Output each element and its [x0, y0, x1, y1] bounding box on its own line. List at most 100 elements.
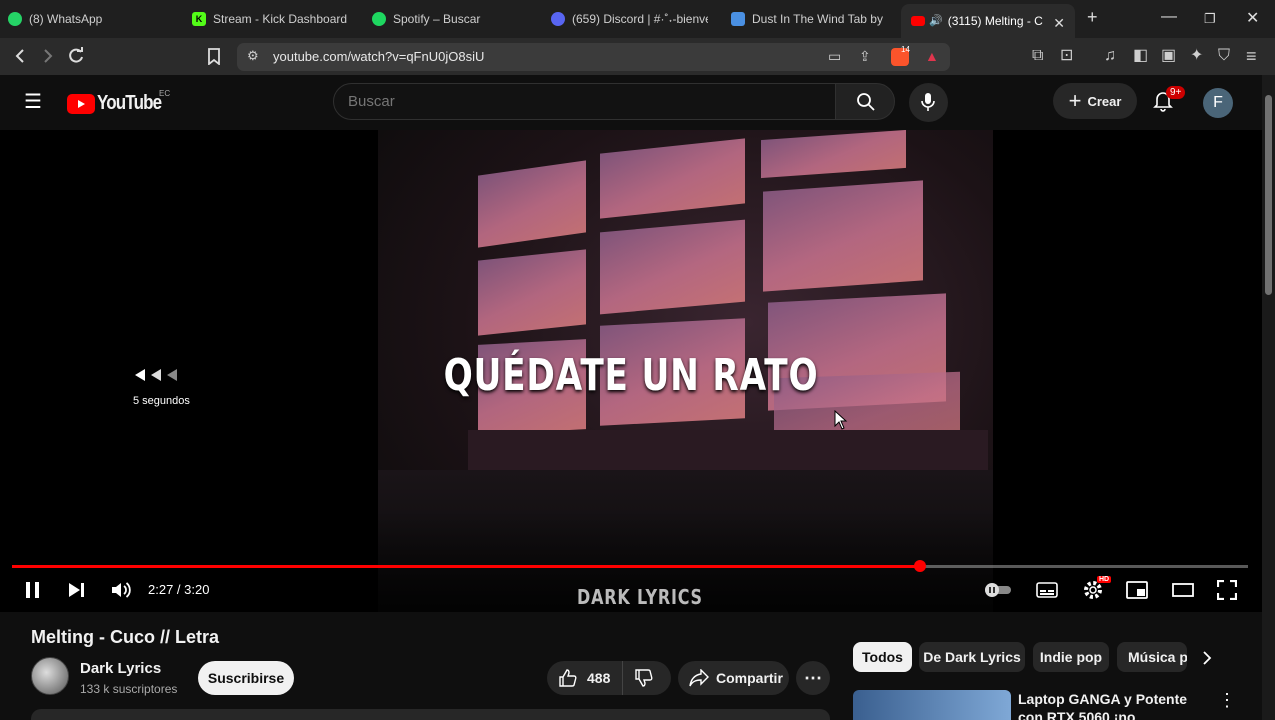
minimize-button[interactable]: — [1161, 8, 1177, 26]
window-pane [763, 180, 923, 292]
autoplay-toggle-icon [985, 583, 1011, 597]
pause-button[interactable] [24, 580, 42, 600]
vpn-icon[interactable]: ⛉ [1218, 48, 1230, 64]
chip-from-channel[interactable]: De Dark Lyrics [919, 642, 1025, 672]
youtube-logo[interactable]: YouTube EC [67, 89, 173, 115]
window-pane [600, 219, 745, 315]
close-window-button[interactable]: ✕ [1246, 8, 1259, 28]
account-avatar[interactable]: F [1203, 88, 1233, 118]
tab-label: Spotify – Buscar [393, 12, 481, 26]
screenshot-icon[interactable]: ⊡ [1060, 48, 1073, 64]
channel-avatar[interactable] [31, 657, 69, 695]
close-tab-icon[interactable]: ✕ [1053, 15, 1065, 32]
youtube-tab-icon [911, 16, 925, 26]
video-player[interactable]: QUÉDATE UN RATO 5 segundos 2:27 / 3:20 D… [0, 130, 1262, 612]
skip-next-icon [69, 583, 84, 597]
seek-hint-text: 5 segundos [133, 395, 190, 407]
discord-icon [551, 12, 565, 26]
sidebar-icon[interactable]: ◧ [1133, 48, 1148, 64]
lyric-caption: QUÉDATE UN RATO [443, 350, 819, 401]
notifications-button[interactable]: 9+ [1153, 86, 1186, 112]
tab-discord[interactable]: (659) Discord | #·˚˖-bienve [551, 0, 708, 38]
subtitles-button[interactable] [1036, 581, 1058, 599]
fullscreen-icon [1217, 580, 1237, 600]
recommendation-title[interactable]: Laptop GANGA y Potente con RTX 5060 ¡no … [1018, 690, 1198, 720]
site-settings-icon[interactable]: ⚙ [247, 49, 259, 62]
create-label: Crear [1087, 93, 1122, 109]
chip-indie-pop[interactable]: Indie pop [1033, 642, 1109, 672]
hamburger-menu-icon[interactable]: ☰ [24, 92, 42, 112]
time-display: 2:27 / 3:20 [148, 582, 210, 597]
tab-label: (3115) Melting - Cu [947, 14, 1043, 28]
forward-icon[interactable] [42, 48, 54, 64]
volume-button[interactable] [110, 580, 132, 600]
settings-button[interactable]: HD [1082, 576, 1112, 601]
channel-watermark: DARK LYRICS [577, 585, 703, 609]
window-pane [478, 249, 586, 336]
more-horizontal-icon: ⋯ [804, 667, 822, 688]
share-icon[interactable]: ⇪ [859, 49, 871, 63]
fullscreen-button[interactable] [1217, 580, 1237, 600]
next-button[interactable] [67, 580, 87, 600]
media-icon[interactable]: ♫ [1104, 48, 1116, 64]
extensions-icon[interactable]: ⧉ [1032, 48, 1043, 64]
tab-spotify[interactable]: Spotify – Buscar [372, 0, 532, 38]
bookmark-icon[interactable] [207, 48, 221, 65]
tab-label: (659) Discord | #·˚˖-bienve [572, 12, 708, 26]
document-icon [731, 12, 745, 26]
shields-count: 14 [901, 45, 910, 54]
more-actions-button[interactable]: ⋯ [796, 661, 830, 695]
mouse-cursor-icon [834, 410, 848, 430]
dislike-button[interactable] [623, 661, 653, 695]
notification-badge: 9+ [1166, 86, 1186, 99]
theater-mode-icon [1172, 583, 1194, 597]
cast-icon[interactable]: ▭ [828, 49, 841, 63]
address-bar[interactable]: ⚙ youtube.com/watch?v=qFnU0jO8siU ▭ ⇪ 14… [237, 43, 950, 71]
tab-kick[interactable]: K Stream - Kick Dashboard [192, 0, 357, 38]
new-tab-button[interactable]: + [1087, 7, 1098, 28]
rewind-indicator [134, 368, 178, 382]
reload-icon[interactable] [67, 47, 85, 65]
restore-button[interactable]: ❐ [1204, 11, 1216, 27]
more-vertical-icon[interactable]: ⋮ [1218, 690, 1236, 711]
rewind-arrow-icon [135, 369, 145, 381]
tab-whatsapp[interactable]: (8) WhatsApp [8, 0, 178, 38]
chip-all[interactable]: Todos [853, 642, 912, 672]
leo-ai-icon[interactable]: ✦ [1190, 48, 1203, 64]
miniplayer-button[interactable] [1126, 581, 1148, 599]
thumbs-down-icon [635, 669, 653, 687]
page-scrollbar[interactable] [1262, 75, 1275, 720]
chevron-right-icon[interactable] [1202, 650, 1212, 666]
spotify-icon [372, 12, 386, 26]
wallet-icon[interactable]: ▣ [1161, 48, 1176, 64]
recommendation-thumbnail[interactable] [853, 690, 1011, 720]
search-button[interactable] [835, 83, 895, 120]
subscribe-button[interactable]: Suscribirse [198, 661, 294, 695]
brave-rewards-icon[interactable]: ▲ [925, 49, 939, 63]
create-button[interactable]: + Crear [1053, 83, 1137, 119]
url-text[interactable]: youtube.com/watch?v=qFnU0jO8siU [273, 49, 484, 64]
channel-name[interactable]: Dark Lyrics [80, 660, 161, 677]
scrollbar-thumb[interactable] [1265, 95, 1272, 295]
chip-music[interactable]: Música p [1117, 642, 1187, 672]
share-button[interactable]: Compartir [678, 661, 789, 695]
volume-icon [112, 582, 131, 598]
back-icon[interactable] [14, 48, 26, 64]
youtube-wordmark: YouTube [97, 92, 162, 114]
region-code: EC [159, 89, 171, 98]
youtube-play-logo-icon [67, 93, 95, 114]
like-button[interactable]: 488 [547, 661, 624, 695]
description-box[interactable] [31, 709, 830, 720]
tab-youtube-active[interactable]: 🔊 (3115) Melting - Cu ✕ [901, 4, 1075, 38]
theater-mode-button[interactable] [1172, 583, 1194, 597]
youtube-masthead: ☰ YouTube EC + Crear 9+ F [0, 75, 1262, 130]
voice-search-button[interactable] [909, 83, 948, 122]
autoplay-toggle[interactable] [983, 582, 1013, 598]
menu-icon[interactable]: ≡ [1246, 47, 1257, 65]
search-input[interactable] [348, 93, 818, 110]
horizon-silhouette [468, 430, 988, 470]
pause-icon [26, 582, 39, 598]
tab-dust-in-the-wind[interactable]: Dust In The Wind Tab by K [731, 0, 887, 38]
thumbs-up-icon [559, 669, 577, 687]
tab-label: (8) WhatsApp [29, 12, 103, 26]
